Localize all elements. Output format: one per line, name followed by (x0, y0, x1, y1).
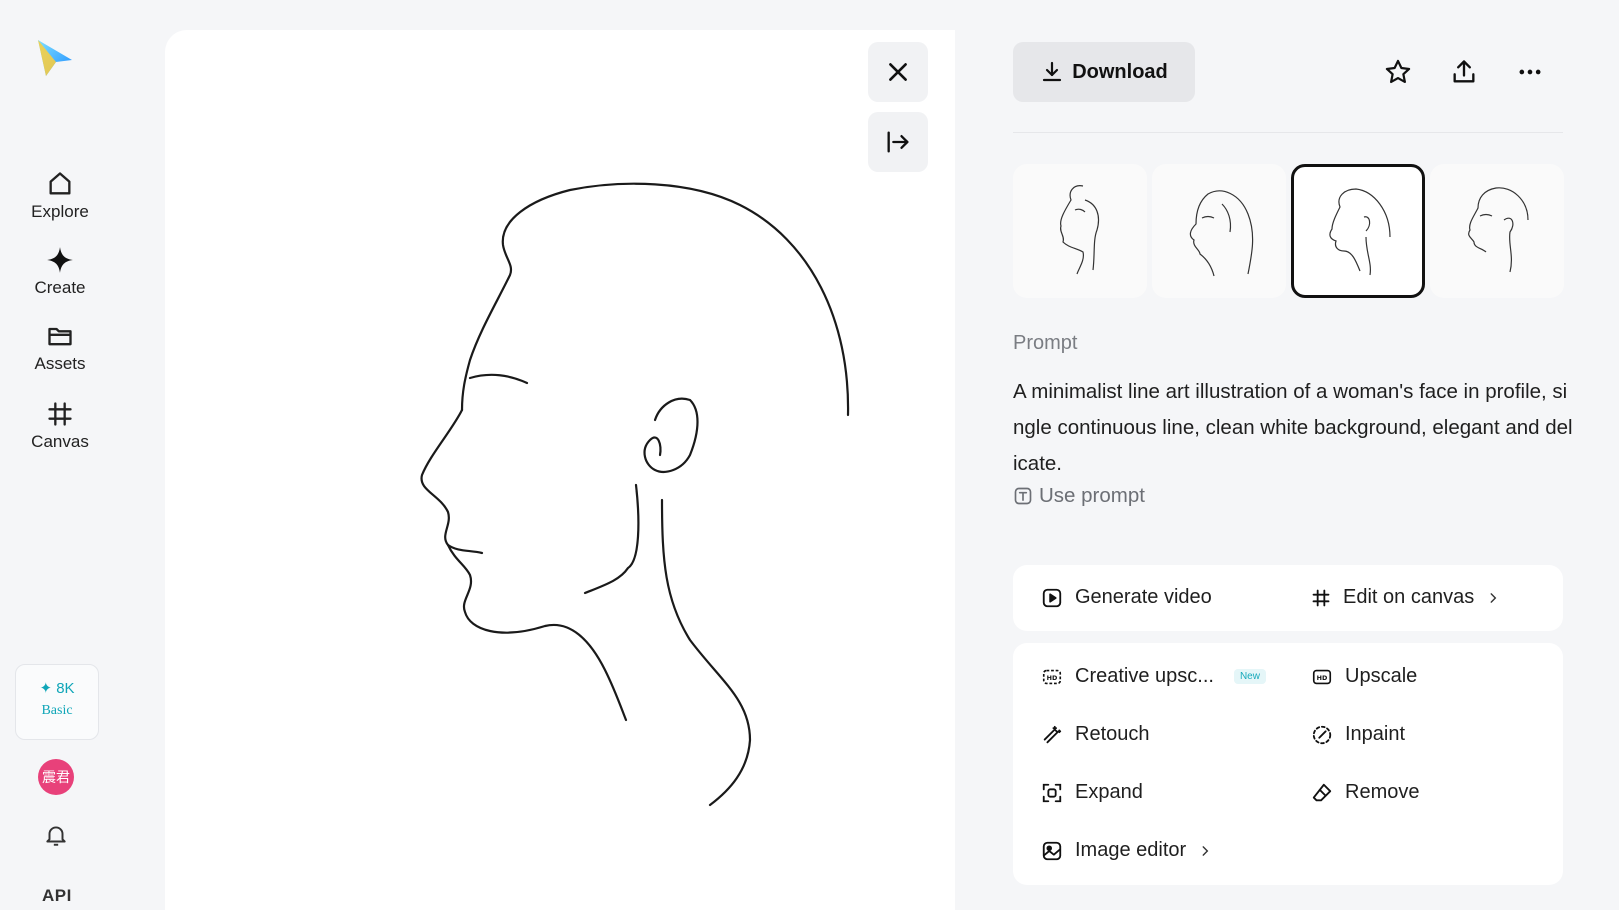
nav-canvas[interactable]: Canvas (20, 400, 100, 452)
details-panel: Download Prompt A minimalist line art il… (1013, 0, 1619, 910)
inpaint-button[interactable]: Inpaint (1311, 723, 1405, 746)
generate-video-label: Generate video (1075, 586, 1212, 608)
play-video-icon (1042, 588, 1062, 607)
folder-icon (48, 327, 72, 346)
header-divider (1013, 132, 1563, 133)
collapse-panel-button[interactable] (868, 112, 928, 172)
upscale-button[interactable]: HD Upscale (1311, 665, 1417, 688)
expand-icon (1042, 783, 1062, 802)
chevron-right-icon (1490, 592, 1497, 603)
arrow-right-bar-icon (887, 131, 909, 153)
bell-icon[interactable] (43, 822, 69, 848)
api-link[interactable]: API (42, 886, 72, 906)
magic-wand-icon (1043, 725, 1062, 743)
thumbnail-3-selected[interactable] (1291, 164, 1425, 298)
creative-upscale-label: Creative upsc... (1075, 665, 1214, 687)
nav-create-label: Create (34, 278, 86, 297)
favorite-button[interactable] (1380, 54, 1416, 90)
download-label: Download (1072, 60, 1168, 83)
image-editor-button[interactable]: Image editor (1041, 839, 1212, 862)
profile-line-art-image (420, 182, 850, 807)
hd-icon: HD (1312, 669, 1332, 684)
app-logo-icon[interactable] (34, 38, 78, 82)
download-icon (1043, 61, 1062, 82)
sparkle-icon (47, 247, 73, 273)
left-sidebar: Explore Create Assets Canvas ✦ 8K Basic … (0, 0, 120, 910)
image-canvas (165, 30, 955, 910)
hd-dashed-icon: HD (1042, 669, 1062, 684)
prompt-text: A minimalist line art illustration of a … (1013, 380, 1573, 475)
edit-on-canvas-label: Edit on canvas (1343, 586, 1475, 608)
edit-on-canvas-button[interactable]: Edit on canvas (1311, 586, 1500, 609)
nav-explore-label: Explore (31, 202, 89, 221)
home-icon (49, 172, 71, 195)
more-button[interactable] (1512, 54, 1548, 90)
retouch-button[interactable]: Retouch (1041, 723, 1150, 746)
thumbnail-4[interactable] (1430, 164, 1564, 298)
thumbnail-1[interactable] (1013, 164, 1147, 298)
image-editor-label: Image editor (1075, 839, 1187, 861)
close-button[interactable] (868, 42, 928, 102)
thumbnail-image (1329, 188, 1391, 276)
generate-video-button[interactable]: Generate video (1041, 586, 1212, 609)
credits-widget[interactable]: ✦ 8K Basic (15, 664, 99, 740)
thumbnail-image (1189, 190, 1254, 277)
credits-amount: ✦ 8K (39, 680, 75, 697)
new-badge: New (1233, 669, 1266, 684)
nav-assets[interactable]: Assets (20, 322, 100, 374)
image-tools-card: HD Creative upsc... New HD Upscale Retou… (1013, 643, 1563, 885)
text-box-icon (1014, 487, 1032, 505)
remove-label: Remove (1345, 781, 1420, 803)
thumbnail-image (1468, 187, 1529, 273)
nav-canvas-label: Canvas (31, 432, 89, 451)
use-prompt-button[interactable]: Use prompt (1013, 484, 1145, 508)
expand-label: Expand (1075, 781, 1143, 803)
close-icon (889, 63, 907, 81)
avatar[interactable]: 震君 (38, 759, 74, 795)
retouch-label: Retouch (1075, 723, 1150, 745)
image-edit-icon (1042, 841, 1062, 860)
remove-button[interactable]: Remove (1311, 781, 1419, 804)
share-icon (1453, 60, 1475, 83)
video-actions-card: Generate video Edit on canvas (1013, 565, 1563, 631)
thumbnail-image (1059, 185, 1100, 275)
svg-text:HD: HD (1047, 674, 1058, 682)
eraser-icon (1312, 783, 1332, 801)
nav-create[interactable]: Create (20, 246, 100, 298)
inpaint-label: Inpaint (1345, 723, 1406, 745)
canvas-icon (1312, 589, 1330, 606)
expand-button[interactable]: Expand (1041, 781, 1143, 804)
creative-upscale-button[interactable]: HD Creative upsc... New (1041, 665, 1266, 688)
inpaint-brush-icon (1312, 725, 1332, 744)
svg-text:HD: HD (1317, 674, 1328, 682)
credits-value: 8K (56, 680, 75, 697)
use-prompt-label: Use prompt (1039, 484, 1145, 507)
download-button[interactable]: Download (1013, 42, 1195, 102)
nav-assets-label: Assets (34, 354, 86, 373)
star-icon (1385, 59, 1411, 84)
share-button[interactable] (1446, 54, 1482, 90)
plan-label: Basic (41, 703, 73, 718)
more-icon (1519, 69, 1541, 75)
upscale-label: Upscale (1345, 665, 1418, 687)
canvas-icon (48, 402, 72, 426)
thumbnail-2[interactable] (1152, 164, 1286, 298)
nav-explore[interactable]: Explore (20, 170, 100, 222)
chevron-right-icon (1202, 845, 1209, 856)
prompt-heading: Prompt (1013, 332, 1078, 354)
